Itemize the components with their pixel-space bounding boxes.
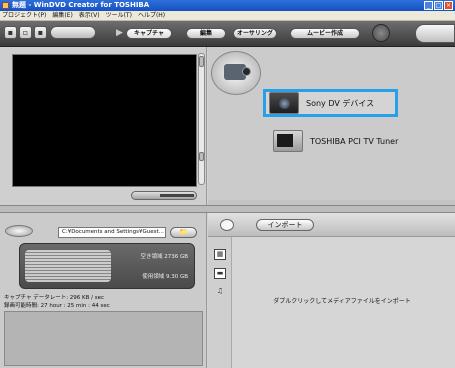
preview-pane	[0, 47, 207, 205]
undo-redo-button[interactable]	[50, 26, 96, 39]
import-header: インポート	[208, 213, 455, 237]
open-project-icon[interactable]: ▫	[19, 26, 32, 39]
menu-edit[interactable]: 編集(E)	[52, 11, 72, 20]
title-bar: 無題 - WinDVD Creator for TOSHIBA _ □ ×	[0, 0, 455, 11]
device-pane: Sony DV デバイス TOSHIBA PCI TV Tuner	[208, 47, 455, 216]
video-filter-icon[interactable]: ▦	[214, 249, 226, 260]
tab-authoring[interactable]: オーサリング	[233, 28, 277, 39]
window-controls: _ □ ×	[424, 1, 453, 10]
tools-button[interactable]	[415, 24, 455, 43]
image-filter-icon[interactable]: ▬	[214, 268, 226, 279]
capture-device-icon	[211, 51, 261, 95]
pane-splitter[interactable]	[0, 205, 455, 213]
app-icon	[2, 2, 9, 9]
used-space-text: 使用領域 9.30 GB	[142, 274, 188, 280]
arrow-right-icon: ▶	[116, 28, 123, 38]
video-preview	[12, 54, 197, 187]
recordable-time: 録画可能時間: 27 hour : 25 min : 44 sec	[4, 303, 110, 309]
disk-info-pane: C:¥Documents and Settings¥Guest... 📁 空き領…	[0, 213, 207, 368]
disk-usage-bars	[25, 250, 111, 282]
preview-controls[interactable]	[131, 191, 197, 200]
tv-tuner-icon	[273, 130, 303, 152]
media-folder-icon[interactable]	[220, 219, 234, 231]
main-toolbar: ▪ ▫ ▪ ▶ キャプチャ 編集 オーサリング ムービー作成	[0, 21, 455, 47]
window-title: 無題 - WinDVD Creator for TOSHIBA	[12, 1, 150, 9]
media-filter-column: ▦ ▬ ♫	[208, 237, 232, 368]
device-label-tv-tuner: TOSHIBA PCI TV Tuner	[310, 136, 399, 146]
maximize-button[interactable]: □	[434, 1, 443, 10]
import-pane: インポート ▦ ▬ ♫ ダブルクリックしてメディアファイルをインポート	[208, 213, 455, 368]
menu-view[interactable]: 表示(V)	[79, 11, 100, 20]
import-button[interactable]: インポート	[256, 219, 314, 231]
volume-slider[interactable]	[198, 53, 205, 185]
capture-data-rate: キャプチャ データレート: 296 KB / sec	[4, 295, 105, 301]
disk-usage-meter: 空き領域 2736 GB 使用領域 9.30 GB	[19, 243, 195, 289]
slider-thumb-bottom[interactable]	[199, 152, 204, 161]
tab-edit[interactable]: 編集	[186, 28, 226, 39]
device-label-sony-dv: Sony DV デバイス	[306, 98, 375, 108]
import-hint-text: ダブルクリックしてメディアファイルをインポート	[273, 298, 411, 305]
slider-thumb-top[interactable]	[199, 56, 204, 67]
camera-lens-icon	[242, 67, 251, 76]
capture-info: キャプチャ データレート: 296 KB / sec 録画可能時間: 27 ho…	[4, 294, 203, 310]
free-space-text: 空き領域 2736 GB	[140, 254, 188, 260]
save-project-icon[interactable]: ▪	[34, 26, 47, 39]
browse-folder-button[interactable]: 📁	[170, 227, 197, 238]
menu-project[interactable]: プロジェクト(P)	[2, 11, 46, 20]
app-window: 無題 - WinDVD Creator for TOSHIBA _ □ × プロ…	[0, 0, 455, 368]
menu-bar: プロジェクト(P) 編集(E) 表示(V) ツール(T) ヘルプ(H)	[0, 11, 455, 21]
new-project-icon[interactable]: ▪	[4, 26, 17, 39]
dv-camera-icon	[269, 92, 299, 114]
close-button[interactable]: ×	[444, 1, 453, 10]
disk-drive-icon	[5, 225, 33, 237]
tab-movie-create[interactable]: ムービー作成	[290, 28, 360, 39]
audio-filter-icon[interactable]: ♫	[214, 287, 226, 298]
capture-status-area	[4, 311, 203, 366]
device-list: Sony DV デバイス TOSHIBA PCI TV Tuner	[208, 47, 455, 200]
minimize-button[interactable]: _	[424, 1, 433, 10]
menu-tools[interactable]: ツール(T)	[106, 11, 132, 20]
device-item-tv-tuner[interactable]: TOSHIBA PCI TV Tuner	[270, 127, 430, 155]
tab-capture[interactable]: キャプチャ	[126, 28, 172, 39]
preview-control-segment	[160, 194, 194, 197]
capture-path-field[interactable]: C:¥Documents and Settings¥Guest...	[58, 227, 166, 238]
device-item-sony-dv[interactable]: Sony DV デバイス	[263, 89, 398, 117]
menu-help[interactable]: ヘルプ(H)	[138, 11, 165, 20]
settings-circle-icon[interactable]	[372, 24, 390, 42]
